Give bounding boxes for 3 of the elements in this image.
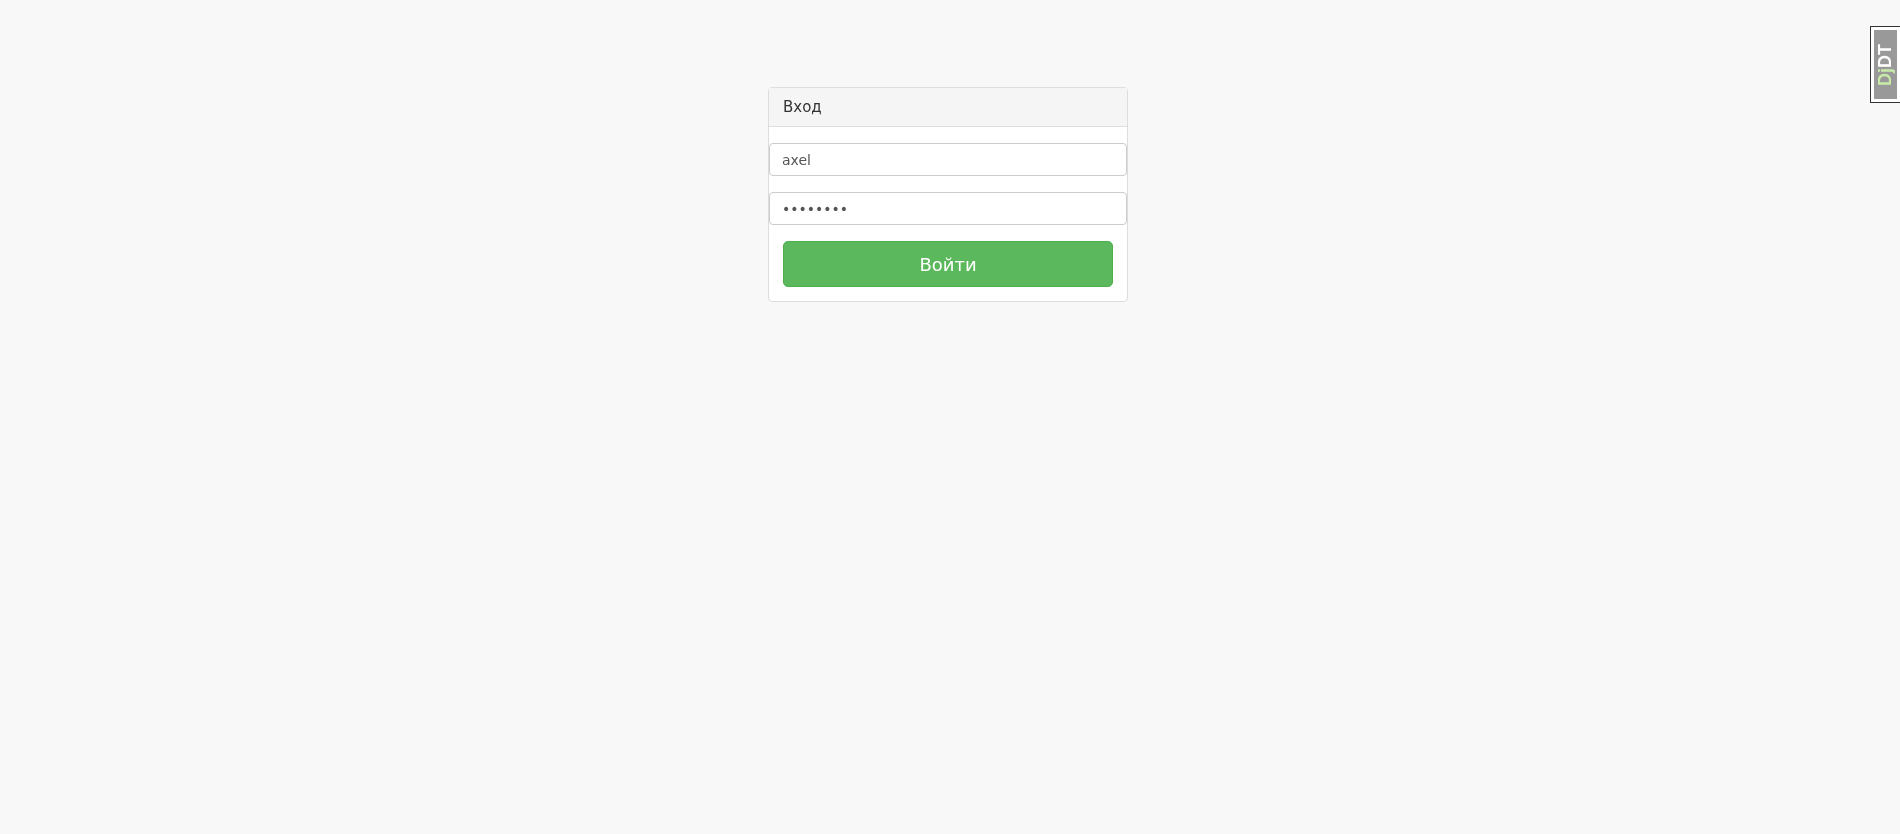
username-field[interactable]: axel — [769, 143, 1127, 176]
panel-title: Вход — [783, 98, 822, 116]
password-field[interactable]: •••••••• — [769, 192, 1127, 225]
